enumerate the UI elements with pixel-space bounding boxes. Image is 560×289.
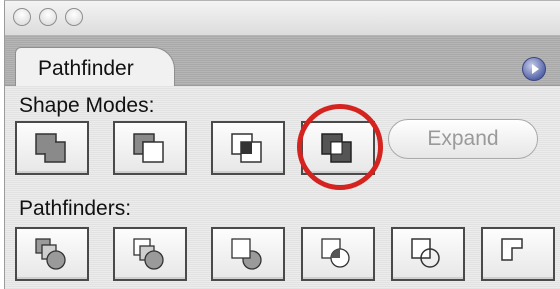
crop-button[interactable] <box>301 227 375 281</box>
shape-modes-label: Shape Modes: <box>19 94 155 117</box>
tab-pathfinder-label: Pathfinder <box>38 57 134 80</box>
panel-menu-button[interactable] <box>522 57 546 81</box>
outline-button[interactable] <box>391 227 465 281</box>
add-to-shape-area-icon <box>35 133 66 163</box>
panel-titlebar <box>5 1 560 35</box>
crop-icon <box>321 238 350 268</box>
pathfinder-panel: Pathfinder Shape Modes: Expand Pathfinde… <box>4 0 560 289</box>
exclude-overlapping-shape-areas-icon <box>321 133 352 163</box>
panel-tab-strip: Pathfinder <box>5 35 560 87</box>
tab-pathfinder[interactable]: Pathfinder <box>15 47 175 87</box>
subtract-from-shape-area-icon <box>133 133 164 163</box>
play-arrow-icon <box>532 64 539 74</box>
trim-icon <box>133 238 164 270</box>
divide-icon <box>35 238 66 270</box>
pathfinders-label: Pathfinders: <box>19 197 132 220</box>
exclude-overlapping-shape-areas-button[interactable] <box>301 121 375 175</box>
intersect-shape-areas-button[interactable] <box>211 121 285 175</box>
expand-button[interactable]: Expand <box>388 119 538 159</box>
minus-back-button[interactable] <box>481 227 555 281</box>
trim-button[interactable] <box>113 227 187 281</box>
intersect-shape-areas-icon <box>231 133 262 163</box>
merge-button[interactable] <box>211 227 285 281</box>
subtract-from-shape-area-button[interactable] <box>113 121 187 175</box>
minus-back-icon <box>501 238 523 261</box>
merge-icon <box>231 238 262 270</box>
divide-button[interactable] <box>15 227 89 281</box>
close-window-button[interactable] <box>13 8 31 26</box>
zoom-window-button[interactable] <box>65 8 83 26</box>
minimize-window-button[interactable] <box>39 8 57 26</box>
outline-icon <box>411 238 440 268</box>
add-to-shape-area-button[interactable] <box>15 121 89 175</box>
